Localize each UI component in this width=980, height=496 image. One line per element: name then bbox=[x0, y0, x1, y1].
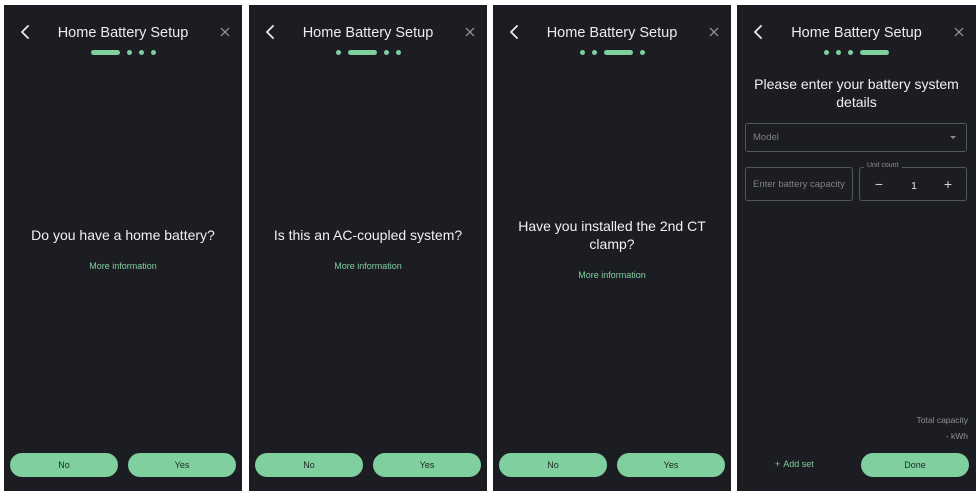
yes-button[interactable]: Yes bbox=[128, 453, 236, 477]
page-title: Home Battery Setup bbox=[57, 25, 189, 41]
question-text: Have you installed the 2nd CT clamp? bbox=[518, 218, 706, 252]
step-dot bbox=[848, 49, 853, 55]
step-dot bbox=[639, 49, 645, 55]
done-button[interactable]: Done bbox=[861, 453, 969, 477]
step-dot-active bbox=[860, 49, 889, 55]
no-button[interactable]: No bbox=[255, 453, 363, 477]
total-capacity-value: - kWh bbox=[945, 431, 968, 441]
question-text: Is this an AC-coupled system? bbox=[273, 227, 463, 243]
no-button[interactable]: No bbox=[499, 453, 607, 477]
chevron-left-icon bbox=[266, 25, 274, 39]
back-button[interactable] bbox=[747, 21, 769, 43]
chevron-left-icon bbox=[21, 25, 29, 39]
setup-screen-ct-clamp: Home Battery Setup Have you installed th… bbox=[493, 5, 731, 491]
page-title: Home Battery Setup bbox=[791, 25, 922, 41]
chevron-left-icon bbox=[510, 25, 518, 39]
setup-screen-battery-details: Home Battery Setup Please enter your bat… bbox=[737, 5, 976, 491]
model-select[interactable]: Model bbox=[745, 123, 967, 152]
more-information-link[interactable]: More information bbox=[493, 270, 731, 280]
battery-capacity-input[interactable] bbox=[746, 168, 852, 200]
close-icon bbox=[465, 27, 475, 37]
step-dot bbox=[335, 49, 341, 55]
question-text: Do you have a home battery? bbox=[31, 227, 215, 243]
unit-count-stepper: Unit count − 1 + bbox=[859, 162, 967, 201]
plus-icon[interactable]: + bbox=[939, 175, 957, 193]
plus-icon: + bbox=[775, 459, 781, 469]
step-dot bbox=[824, 49, 829, 55]
close-button[interactable] bbox=[950, 23, 968, 41]
close-icon bbox=[954, 27, 964, 37]
screenshot-strip: Home Battery Setup Do you have a home ba… bbox=[0, 0, 980, 496]
minus-icon[interactable]: − bbox=[870, 175, 888, 193]
unit-count-value: 1 bbox=[911, 181, 917, 192]
step-dot bbox=[383, 49, 389, 55]
step-dot bbox=[150, 49, 156, 55]
step-dot-active bbox=[347, 49, 377, 55]
back-button[interactable] bbox=[503, 21, 525, 43]
step-indicator bbox=[737, 49, 976, 55]
caret-down-icon bbox=[950, 136, 956, 139]
step-indicator bbox=[493, 49, 731, 55]
page-title: Home Battery Setup bbox=[302, 25, 434, 41]
step-dot bbox=[591, 49, 597, 55]
more-information-link[interactable]: More information bbox=[4, 261, 242, 271]
no-button[interactable]: No bbox=[10, 453, 118, 477]
setup-screen-battery: Home Battery Setup Do you have a home ba… bbox=[4, 5, 242, 491]
battery-capacity-field[interactable] bbox=[745, 167, 853, 201]
close-icon bbox=[220, 27, 230, 37]
add-set-button[interactable]: + Add set bbox=[775, 459, 814, 469]
unit-count-label: Unit count bbox=[864, 162, 902, 169]
setup-screen-ac-coupled: Home Battery Setup Is this an AC-coupled… bbox=[249, 5, 487, 491]
details-heading: Please enter your battery system details bbox=[754, 76, 959, 110]
close-button[interactable] bbox=[705, 23, 723, 41]
add-set-label: Add set bbox=[783, 459, 814, 469]
page-title: Home Battery Setup bbox=[546, 25, 678, 41]
yes-button[interactable]: Yes bbox=[617, 453, 725, 477]
step-dot bbox=[395, 49, 401, 55]
step-dot bbox=[138, 49, 144, 55]
yes-button[interactable]: Yes bbox=[373, 453, 481, 477]
chevron-left-icon bbox=[754, 25, 762, 39]
back-button[interactable] bbox=[259, 21, 281, 43]
back-button[interactable] bbox=[14, 21, 36, 43]
step-dot-active bbox=[603, 49, 633, 55]
step-dot bbox=[126, 49, 132, 55]
step-dot-active bbox=[90, 49, 120, 55]
more-information-link[interactable]: More information bbox=[249, 261, 487, 271]
step-indicator bbox=[249, 49, 487, 55]
total-capacity-label: Total capacity bbox=[916, 415, 969, 425]
close-button[interactable] bbox=[216, 23, 234, 41]
step-indicator bbox=[4, 49, 242, 55]
step-dot bbox=[836, 49, 841, 55]
step-dot bbox=[579, 49, 585, 55]
close-button[interactable] bbox=[461, 23, 479, 41]
model-select-placeholder: Model bbox=[753, 132, 779, 143]
close-icon bbox=[709, 27, 719, 37]
